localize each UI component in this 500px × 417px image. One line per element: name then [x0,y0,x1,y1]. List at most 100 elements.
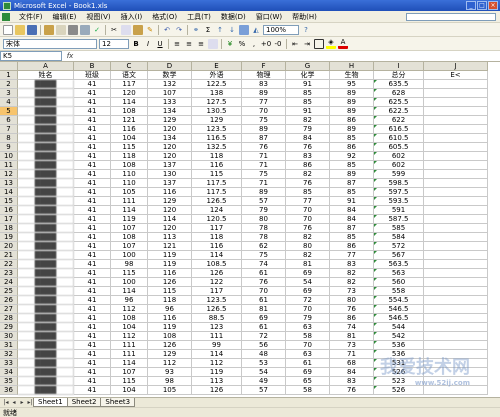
cell-class[interactable]: 41 [74,206,111,215]
cell-total[interactable]: 536 [374,341,424,350]
row-header[interactable]: 34 [0,368,18,377]
formula-input[interactable] [78,51,500,61]
row-header[interactable]: 29 [0,323,18,332]
insert-function-icon[interactable]: fx [62,52,78,60]
cell-biology[interactable]: 86 [330,116,374,125]
cell-english[interactable]: 116 [192,242,242,251]
row-header[interactable]: 25 [0,287,18,296]
cell-physics[interactable]: 79 [242,206,286,215]
cell-extra[interactable] [424,233,488,242]
column-header-f[interactable]: F [242,62,286,71]
cell-biology[interactable]: 91 [330,197,374,206]
cell-name[interactable]: ████ [18,107,74,116]
cell-total[interactable]: 602 [374,161,424,170]
cell-extra[interactable] [424,386,488,395]
cell-total[interactable]: 610.5 [374,134,424,143]
cell-english[interactable]: 123.5 [192,125,242,134]
row-header[interactable]: 23 [0,269,18,278]
row-header[interactable]: 22 [0,260,18,269]
row-header[interactable]: 1 [0,71,18,80]
cell-math[interactable]: 118 [148,296,192,305]
cell-total[interactable]: 593.5 [374,197,424,206]
cell-math[interactable]: 98 [148,377,192,386]
format-painter-icon[interactable]: ✎ [145,25,155,35]
first-sheet-icon[interactable]: |◂ [2,399,10,407]
cell-biology[interactable]: 82 [330,278,374,287]
cell-physics[interactable]: 87 [242,134,286,143]
cell-physics[interactable]: 70 [242,287,286,296]
cell-math[interactable]: 120 [148,143,192,152]
cell-biology[interactable]: 73 [330,287,374,296]
cell-chemistry[interactable]: 70 [286,341,330,350]
cell-chemistry[interactable]: 79 [286,125,330,134]
cell-name[interactable]: ████ [18,224,74,233]
next-sheet-icon[interactable]: ▸ [18,399,26,407]
cell-physics[interactable]: 74 [242,260,286,269]
select-all-corner[interactable] [0,62,18,71]
fill-color-icon[interactable]: ◈ [326,38,336,49]
menu-data[interactable]: 数据(D) [216,12,251,22]
cell-chinese[interactable]: 107 [111,224,148,233]
cell-english[interactable]: 124 [192,206,242,215]
cell-class[interactable]: 41 [74,107,111,116]
cell-chemistry[interactable]: 86 [286,161,330,170]
align-center-icon[interactable]: ≡ [184,39,194,49]
cell-english[interactable]: 117.5 [192,188,242,197]
column-header-b[interactable]: B [74,62,111,71]
cell-english[interactable]: 113 [192,377,242,386]
cell-biology[interactable]: 84 [330,215,374,224]
cell-total[interactable]: 587.5 [374,215,424,224]
cell-english[interactable]: 116 [192,161,242,170]
cell-name[interactable]: ████ [18,341,74,350]
row-header[interactable]: 35 [0,377,18,386]
menu-edit[interactable]: 编辑(E) [48,12,82,22]
cell-total[interactable]: 总分 [374,71,424,80]
row-header[interactable]: 19 [0,233,18,242]
cell-extra[interactable] [424,332,488,341]
cell-class[interactable]: 41 [74,98,111,107]
column-header-d[interactable]: D [148,62,192,71]
cell-total[interactable]: 560 [374,278,424,287]
prev-sheet-icon[interactable]: ◂ [10,399,18,407]
cell-english[interactable]: 127.5 [192,98,242,107]
cell-physics[interactable]: 57 [242,197,286,206]
cell-chemistry[interactable]: 63 [286,350,330,359]
row-header[interactable]: 21 [0,251,18,260]
column-header-i[interactable]: I [374,62,424,71]
cell-math[interactable]: 119 [148,260,192,269]
cell-chemistry[interactable]: 58 [286,332,330,341]
cell-physics[interactable]: 62 [242,242,286,251]
zoom-select[interactable]: 100% [263,24,299,35]
cell-english[interactable]: 122 [192,278,242,287]
cell-physics[interactable]: 57 [242,386,286,395]
cell-english[interactable]: 130.5 [192,107,242,116]
cell-name[interactable]: ████ [18,278,74,287]
align-left-icon[interactable]: ≡ [172,39,182,49]
cell-chinese[interactable]: 120 [111,89,148,98]
cell-total[interactable]: 625.5 [374,98,424,107]
row-header[interactable]: 4 [0,98,18,107]
menu-tools[interactable]: 工具(T) [182,12,216,22]
cell-physics[interactable]: 72 [242,332,286,341]
cell-name[interactable]: ████ [18,359,74,368]
cell-english[interactable]: 88.5 [192,314,242,323]
cell-physics[interactable]: 83 [242,80,286,89]
cell-total[interactable]: 563 [374,269,424,278]
cell-name[interactable]: ████ [18,233,74,242]
cell-name[interactable]: ████ [18,386,74,395]
cell-english[interactable]: 外语 [192,71,242,80]
hyperlink-icon[interactable]: ⚭ [191,25,201,35]
cell-name[interactable]: ████ [18,332,74,341]
cell-chinese[interactable]: 112 [111,332,148,341]
cell-english[interactable]: 129 [192,116,242,125]
cell-physics[interactable]: 76 [242,278,286,287]
cell-chemistry[interactable]: 82 [286,251,330,260]
cell-total[interactable]: 554.5 [374,296,424,305]
cell-physics[interactable]: 81 [242,305,286,314]
row-header[interactable]: 28 [0,314,18,323]
cell-chemistry[interactable]: 82 [286,170,330,179]
row-header[interactable]: 10 [0,152,18,161]
cell-name[interactable]: ████ [18,98,74,107]
redo-icon[interactable]: ↷ [174,25,184,35]
cell-biology[interactable]: 68 [330,359,374,368]
